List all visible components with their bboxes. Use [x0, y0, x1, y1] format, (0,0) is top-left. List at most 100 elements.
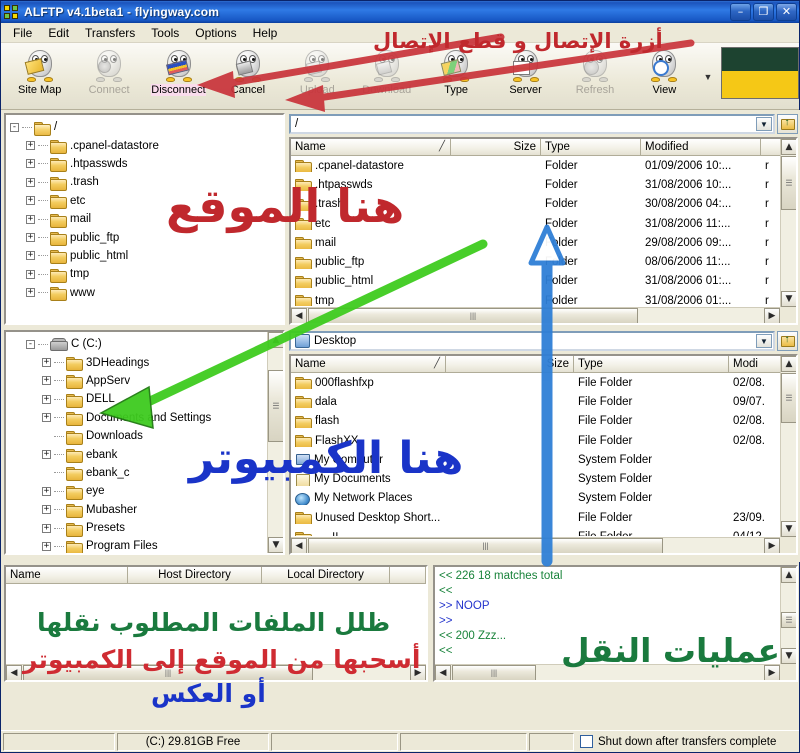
column-header-local-directory[interactable]: Local Directory	[262, 567, 390, 584]
tree-row[interactable]: + public_ftp	[10, 228, 283, 247]
expander-icon[interactable]: +	[42, 523, 51, 533]
column-header-queue-extra[interactable]	[390, 567, 426, 584]
table-row[interactable]: 000flashfxp File Folder 02/08.	[291, 373, 796, 392]
scroll-right-icon[interactable]: ▶	[764, 665, 780, 680]
scroll-thumb[interactable]: |||	[308, 308, 638, 323]
table-row[interactable]: .cpanel-datastore Folder 01/09/2006 10:.…	[291, 156, 796, 175]
table-row[interactable]: flash File Folder 02/08.	[291, 412, 796, 431]
scroll-right-icon[interactable]: ▶	[764, 538, 780, 553]
scroll-thumb[interactable]: ☰	[268, 370, 283, 442]
toolbar-button-refresh[interactable]: Refresh	[560, 45, 629, 96]
column-header-name[interactable]: Name ╱	[291, 356, 446, 373]
column-header-size[interactable]: Size	[451, 139, 541, 156]
menu-file[interactable]: File	[5, 24, 40, 42]
expander-icon[interactable]: +	[26, 214, 35, 224]
tree-row[interactable]: + .trash	[10, 173, 283, 191]
column-header-host-directory[interactable]: Host Directory	[128, 567, 262, 584]
table-row[interactable]: etc Folder 31/08/2006 11:... r	[291, 214, 796, 233]
menu-options[interactable]: Options	[187, 24, 244, 42]
expander-icon[interactable]: +	[26, 269, 35, 279]
expander-icon[interactable]: +	[42, 541, 51, 551]
local-list-hscrollbar[interactable]: ◀ ||| ▶	[291, 537, 780, 553]
toolbar-button-download[interactable]: Download	[352, 45, 421, 96]
log-hscrollbar[interactable]: ◀ ||| ▶	[435, 664, 780, 680]
toolbar-overflow-caret[interactable]: ▼	[701, 72, 715, 82]
scroll-left-icon[interactable]: ◀	[6, 665, 22, 680]
local-up-directory-button[interactable]	[777, 331, 798, 351]
scroll-right-icon[interactable]: ▶	[410, 665, 426, 680]
table-row[interactable]: My Network Places System Folder	[291, 489, 796, 508]
remote-up-directory-button[interactable]	[777, 114, 798, 134]
local-listview[interactable]: Name ╱ Size Type Modi 000flashfxp File F…	[289, 354, 798, 555]
scroll-down-icon[interactable]: ▼	[781, 648, 796, 664]
expander-icon[interactable]: +	[42, 376, 51, 386]
table-row[interactable]: Unused Desktop Short... File Folder 23/0…	[291, 508, 796, 527]
expander-icon[interactable]: +	[42, 358, 51, 368]
expander-icon[interactable]: +	[26, 177, 35, 187]
close-button[interactable]: ✕	[776, 3, 797, 21]
table-row[interactable]: mail Folder 29/08/2006 09:... r	[291, 233, 796, 252]
local-path-input[interactable]: Desktop ▼	[289, 331, 775, 351]
column-header-size[interactable]: Size	[446, 356, 574, 373]
maximize-button[interactable]: ❐	[753, 3, 774, 21]
scroll-thumb[interactable]: |||	[452, 665, 536, 680]
tree-row[interactable]: + mail	[10, 210, 283, 228]
log-panel[interactable]: << 226 18 matches total << >> NOOP >> <<…	[433, 565, 798, 682]
toolbar-button-cancel[interactable]: Cancel	[213, 45, 282, 96]
menu-help[interactable]: Help	[245, 24, 286, 42]
scroll-right-icon[interactable]: ▶	[764, 308, 780, 323]
menu-transfers[interactable]: Transfers	[77, 24, 143, 42]
tree-row[interactable]: + eye	[10, 482, 283, 500]
table-row[interactable]: .trash Folder 30/08/2006 04:... r	[291, 195, 796, 214]
remote-listview[interactable]: Name ╱ Size Type Modified .cpanel-datast…	[289, 137, 798, 325]
scroll-up-icon[interactable]: ▲	[781, 356, 796, 372]
tree-row[interactable]: + AppServ	[10, 372, 283, 390]
scroll-up-icon[interactable]: ▲	[268, 332, 283, 348]
table-row[interactable]: My Documents System Folder	[291, 469, 796, 488]
tree-row[interactable]: Downloads	[10, 427, 283, 445]
scroll-thumb[interactable]: ☰	[781, 612, 796, 628]
expander-icon[interactable]: +	[42, 413, 51, 423]
scroll-left-icon[interactable]: ◀	[291, 308, 307, 323]
toolbar-button-type[interactable]: Type	[421, 45, 490, 96]
scroll-down-icon[interactable]: ▼	[781, 291, 796, 307]
scroll-thumb[interactable]: |||	[23, 665, 313, 680]
toolbar-button-disconnect[interactable]: Disconnect	[144, 45, 213, 96]
tree-row-root[interactable]: - /	[10, 118, 283, 136]
tree-row[interactable]: + Program Files	[10, 537, 283, 553]
tree-row[interactable]: + tmp	[10, 265, 283, 283]
scroll-down-icon[interactable]: ▼	[781, 521, 796, 537]
scroll-down-icon[interactable]: ▼	[268, 537, 283, 553]
local-list-vscrollbar[interactable]: ▲ ☰ ▼	[780, 356, 796, 537]
column-header-type[interactable]: Type	[574, 356, 729, 373]
toolbar-button-connect[interactable]: Connect	[74, 45, 143, 96]
tree-row[interactable]: + Mubasher	[10, 501, 283, 519]
expander-icon[interactable]: +	[26, 159, 35, 169]
column-header-modified[interactable]: Modi	[729, 356, 784, 373]
tree-row[interactable]: + ebank	[10, 445, 283, 464]
table-row[interactable]: .htpasswds Folder 31/08/2006 10:... r	[291, 175, 796, 194]
tree-row-root[interactable]: - C (C:)	[10, 335, 283, 353]
expander-icon[interactable]: +	[26, 251, 35, 261]
scroll-thumb[interactable]: ☰	[781, 156, 796, 210]
expander-icon[interactable]: +	[26, 288, 35, 298]
table-row[interactable]: dala File Folder 09/07.	[291, 392, 796, 411]
remote-tree-panel[interactable]: - / + .cpanel-datastore + .htpasswds + .…	[4, 113, 285, 325]
tree-row[interactable]: ebank_c	[10, 464, 283, 482]
scroll-left-icon[interactable]: ◀	[291, 538, 307, 553]
toolbar-button-upload[interactable]: Upload	[283, 45, 352, 96]
table-row[interactable]: FlashXX File Folder 02/08.	[291, 431, 796, 450]
expander-icon[interactable]: +	[26, 141, 35, 151]
table-row[interactable]: الوت File Folder 04/12.	[291, 527, 796, 536]
local-tree-panel[interactable]: - C (C:) + 3DHeadings + AppServ + DELL +…	[4, 330, 285, 555]
menu-edit[interactable]: Edit	[40, 24, 77, 42]
expander-icon[interactable]: -	[10, 122, 19, 132]
queue-hscrollbar[interactable]: ◀ ||| ▶	[6, 664, 426, 680]
shutdown-checkbox[interactable]	[580, 735, 593, 748]
expander-icon[interactable]: +	[42, 394, 51, 404]
column-header-type[interactable]: Type	[541, 139, 641, 156]
tree-row[interactable]: + DELL	[10, 390, 283, 408]
expander-icon[interactable]: +	[42, 505, 51, 515]
toolbar-button-site-map[interactable]: Site Map	[5, 45, 74, 96]
table-row[interactable]: public_ftp Folder 08/06/2006 11:... r	[291, 252, 796, 271]
